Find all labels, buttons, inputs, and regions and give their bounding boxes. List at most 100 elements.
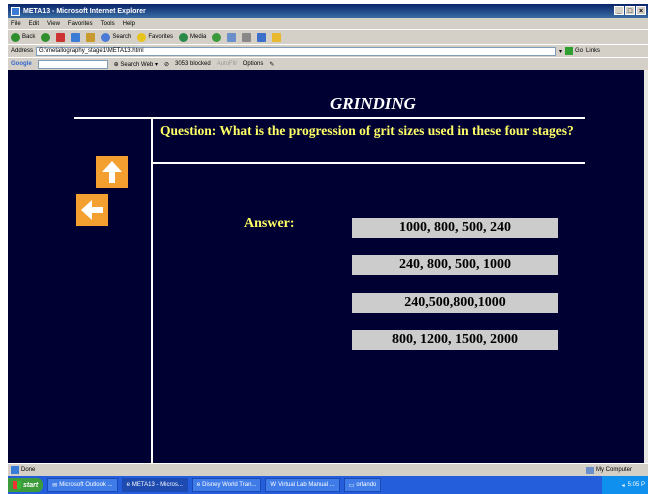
menu-tools[interactable]: Tools xyxy=(101,21,115,27)
edit-icon[interactable] xyxy=(257,32,267,42)
print-icon[interactable] xyxy=(242,32,252,42)
menu-file[interactable]: File xyxy=(11,21,21,27)
computer-icon xyxy=(585,466,594,474)
media-label: Media xyxy=(190,34,207,40)
menu-help[interactable]: Help xyxy=(123,21,135,27)
google-toolbar: Google ⊕ Search Web ▾ ⊘ 3053 blocked Aut… xyxy=(8,57,648,70)
start-button[interactable]: start xyxy=(8,478,44,492)
page-title: GRINDING xyxy=(330,94,416,113)
outlook-icon: ✉ xyxy=(52,482,58,489)
word-icon: W xyxy=(270,482,277,488)
star-icon xyxy=(137,32,147,42)
answer-label: Answer: xyxy=(244,216,295,231)
search-icon xyxy=(101,32,111,42)
title-bar: META13 - Microsoft Internet Explorer _ □… xyxy=(8,4,648,18)
vertical-divider xyxy=(151,117,153,463)
links-label[interactable]: Links xyxy=(586,48,600,54)
refresh-icon[interactable] xyxy=(71,32,81,42)
ie-icon xyxy=(11,6,20,16)
menu-favorites[interactable]: Favorites xyxy=(68,21,93,27)
answer-option-4[interactable]: 800, 1200, 1500, 2000 xyxy=(352,330,558,350)
stop-icon[interactable] xyxy=(56,32,66,42)
tray-network-icon[interactable]: ◂ xyxy=(622,482,625,489)
options-label: Options xyxy=(242,61,264,67)
google-search-web-button[interactable]: ⊕ Search Web ▾ xyxy=(114,61,158,68)
task-label: META13 - Micros... xyxy=(131,482,183,488)
folder-icon[interactable] xyxy=(272,32,282,42)
task-virtual-lab[interactable]: W Virtual Lab Manual ... xyxy=(265,478,340,492)
popup-blocker-button[interactable]: 3053 blocked xyxy=(175,61,211,67)
task-label: Disney World Tran... xyxy=(202,482,257,488)
minimize-icon[interactable]: _ xyxy=(614,6,624,15)
search-web-label: Search Web xyxy=(120,61,154,68)
page-done-icon xyxy=(11,466,19,474)
question-divider xyxy=(151,162,585,164)
autofill-label: AutoFill xyxy=(216,61,237,67)
highlight-icon[interactable]: ✎ xyxy=(269,61,274,68)
window-title: META13 - Microsoft Internet Explorer xyxy=(23,7,146,15)
back-button[interactable]: Back xyxy=(11,32,36,42)
address-bar: Address G:\metallography_stage1\META13.h… xyxy=(8,44,648,57)
status-text: Done xyxy=(21,467,36,473)
close-icon[interactable]: × xyxy=(636,6,646,15)
ie-task-icon: e xyxy=(126,482,130,488)
folder-task-icon: ▭ xyxy=(348,482,355,489)
up-arrow-button[interactable] xyxy=(96,156,128,188)
address-value: G:\metallography_stage1\META13.html xyxy=(39,47,144,54)
back-label: Back xyxy=(22,34,36,40)
media-icon xyxy=(179,32,189,42)
menu-bar: File Edit View Favorites Tools Help xyxy=(8,18,648,29)
task-label: Microsoft Outlook ... xyxy=(59,482,113,488)
home-icon[interactable] xyxy=(86,32,96,42)
favorites-label: Favorites xyxy=(148,34,174,40)
go-arrow-icon xyxy=(565,47,574,55)
forward-arrow-icon[interactable] xyxy=(41,32,51,42)
search-button[interactable]: Search xyxy=(101,32,132,42)
taskbar: start ✉ Microsoft Outlook ... e META13 - M… xyxy=(8,476,648,494)
back-arrow-icon xyxy=(11,32,20,42)
address-input[interactable]: G:\metallography_stage1\META13.html xyxy=(36,46,557,56)
maximize-icon[interactable]: □ xyxy=(625,6,635,15)
task-orlando[interactable]: ▭ orlando xyxy=(343,478,382,492)
pagerank-icon[interactable]: ⊘ xyxy=(164,61,169,68)
task-label: orlando xyxy=(356,482,377,488)
address-label: Address xyxy=(11,48,34,54)
history-icon[interactable] xyxy=(212,32,222,42)
task-outlook[interactable]: ✉ Microsoft Outlook ... xyxy=(47,478,118,492)
task-label: Virtual Lab Manual ... xyxy=(278,482,335,488)
go-button[interactable]: Go xyxy=(565,47,583,55)
clock: 5:05 P xyxy=(627,482,645,488)
browser-window: META13 - Microsoft Internet Explorer _ □… xyxy=(8,4,648,494)
zone-text: My Computer xyxy=(595,467,632,473)
menu-edit[interactable]: Edit xyxy=(29,21,39,27)
google-logo[interactable]: Google xyxy=(11,61,32,67)
system-tray: ◂ 5:05 P xyxy=(602,476,648,494)
back-arrow-button[interactable] xyxy=(76,194,108,226)
google-search-input[interactable] xyxy=(37,59,108,69)
mail-icon[interactable] xyxy=(227,32,237,42)
autofill-button[interactable]: AutoFill xyxy=(217,61,237,67)
ie-task-icon: e xyxy=(196,482,201,488)
favorites-button[interactable]: Favorites xyxy=(137,32,174,42)
vertical-scrollbar[interactable] xyxy=(644,70,648,463)
answer-option-3[interactable]: 240,500,800,1000 xyxy=(352,293,558,313)
task-disney[interactable]: e Disney World Tran... xyxy=(191,478,262,492)
page-content: GRINDING Question: What is the progressi… xyxy=(8,70,644,463)
windows-logo-icon xyxy=(13,481,21,489)
media-button[interactable]: Media xyxy=(179,32,207,42)
options-button[interactable]: Options xyxy=(243,61,264,67)
task-meta13[interactable]: e META13 - Micros... xyxy=(121,478,188,492)
search-label: Search xyxy=(112,34,132,40)
standard-toolbar: Back Search Favorites Media xyxy=(8,29,648,44)
menu-view[interactable]: View xyxy=(47,21,60,27)
answer-option-2[interactable]: 240, 800, 500, 1000 xyxy=(352,255,558,275)
address-dropdown-icon[interactable]: ▾ xyxy=(559,48,562,55)
arrow-up-icon xyxy=(102,161,122,183)
answer-option-1[interactable]: 1000, 800, 500, 240 xyxy=(352,218,558,238)
question-text: Question: What is the progression of gri… xyxy=(160,123,574,138)
start-label: start xyxy=(23,481,39,489)
go-label: Go xyxy=(575,48,584,54)
status-bar: Done My Computer xyxy=(8,463,648,476)
blocked-count: 3053 blocked xyxy=(175,61,211,67)
arrow-left-icon xyxy=(81,200,103,220)
